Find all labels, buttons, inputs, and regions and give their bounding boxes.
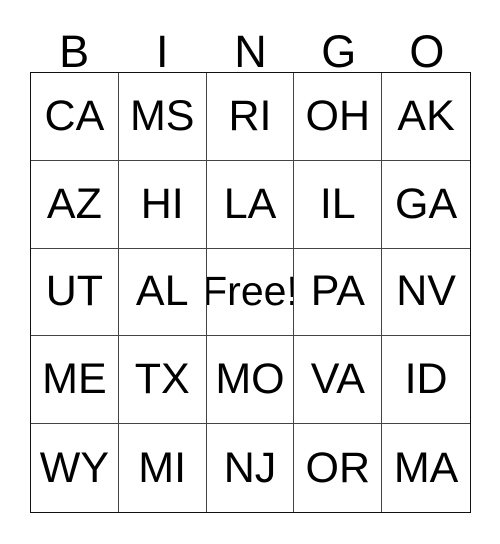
bingo-cell-label: MI (138, 443, 187, 492)
bingo-cell[interactable]: OH (294, 73, 383, 161)
bingo-card: B I N G O CA MS RI OH AK AZ HI LA IL GA … (0, 0, 500, 544)
bingo-cell[interactable]: GA (382, 160, 470, 249)
bingo-cell-label: UT (45, 267, 104, 316)
bingo-cell-label: NJ (223, 443, 277, 492)
bingo-cell-label: GA (395, 179, 458, 228)
bingo-cell[interactable]: AK (382, 73, 470, 161)
bingo-header-letter: G (321, 25, 357, 77)
bingo-header-cell-g: G (295, 22, 383, 77)
bingo-cell-label: PA (310, 267, 365, 316)
bingo-header-cell-i: I (118, 22, 206, 77)
bingo-free-space-cell[interactable]: Free! (206, 248, 295, 337)
bingo-cell-label: LA (223, 179, 277, 228)
bingo-cell-label: AK (397, 91, 455, 140)
bingo-header-letter: O (409, 25, 445, 77)
bingo-cell[interactable]: MO (206, 336, 295, 425)
bingo-cell[interactable]: AL (118, 248, 207, 337)
bingo-header-letter: B (59, 25, 90, 77)
bingo-cell[interactable]: UT (31, 248, 119, 337)
bingo-cell-label: TX (134, 355, 190, 404)
bingo-cell-label: MO (215, 355, 285, 404)
bingo-cell[interactable]: CA (31, 73, 119, 161)
bingo-cell[interactable]: VA (294, 336, 383, 425)
bingo-cell[interactable]: PA (294, 248, 383, 337)
bingo-header-cell-o: O (383, 22, 471, 77)
bingo-grid: CA MS RI OH AK AZ HI LA IL GA UT AL Free… (30, 72, 471, 513)
bingo-cell[interactable]: MA (382, 424, 470, 512)
bingo-cell[interactable]: AZ (31, 160, 119, 249)
bingo-cell-label: NV (396, 267, 456, 316)
bingo-cell[interactable]: LA (206, 160, 295, 249)
bingo-cell-label: HI (140, 179, 184, 228)
bingo-cell[interactable]: NV (382, 248, 470, 337)
bingo-header-letter: N (234, 25, 267, 77)
bingo-cell[interactable]: TX (118, 336, 207, 425)
bingo-cell[interactable]: NJ (206, 424, 295, 512)
bingo-header-cell-n: N (206, 22, 294, 77)
bingo-cell-label: AZ (46, 179, 102, 228)
bingo-cell-label: AL (135, 267, 189, 316)
bingo-cell-label: CA (44, 91, 105, 140)
bingo-cell[interactable]: ME (31, 336, 119, 425)
bingo-cell[interactable]: MS (118, 73, 207, 161)
bingo-cell-label: OR (305, 443, 371, 492)
bingo-cell[interactable]: WY (31, 424, 119, 512)
bingo-cell[interactable]: HI (118, 160, 207, 249)
bingo-cell-label: MS (129, 91, 195, 140)
bingo-cell-label: OH (305, 91, 371, 140)
bingo-cell[interactable]: MI (118, 424, 207, 512)
bingo-cell-label: MA (393, 443, 459, 492)
bingo-cell-label: ME (42, 355, 107, 404)
bingo-cell-label: ID (404, 355, 448, 404)
bingo-cell-label: IL (319, 179, 356, 228)
bingo-cell[interactable]: ID (382, 336, 470, 425)
bingo-cell-label: RI (228, 91, 272, 140)
bingo-cell[interactable]: OR (294, 424, 383, 512)
bingo-cell[interactable]: IL (294, 160, 383, 249)
bingo-cell-label: WY (39, 443, 110, 492)
bingo-header-row: B I N G O (30, 22, 471, 77)
bingo-cell-label: VA (310, 355, 365, 404)
bingo-cell[interactable]: RI (206, 73, 295, 161)
bingo-header-cell-b: B (30, 22, 118, 77)
bingo-free-space-label: Free! (206, 268, 295, 315)
bingo-header-letter: I (156, 25, 169, 77)
